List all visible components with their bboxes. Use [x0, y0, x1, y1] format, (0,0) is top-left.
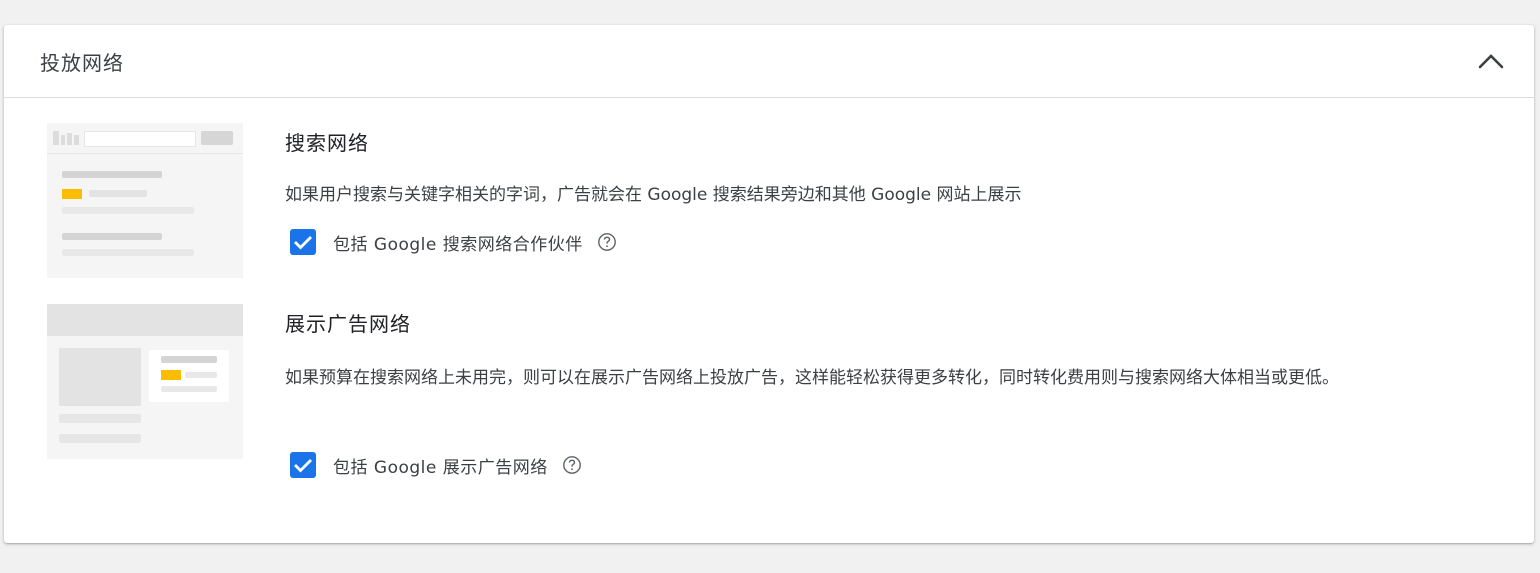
display-network-illustration — [47, 304, 243, 459]
search-network-description: 如果用户搜索与关键字相关的字词，广告就会在 Google 搜索结果旁边和其他 G… — [285, 185, 1022, 205]
panel-header[interactable]: 投放网络 — [4, 25, 1534, 98]
search-partners-option: 包括 Google 搜索网络合作伙伴 — [290, 229, 617, 255]
display-network-description: 如果预算在搜索网络上未用完，则可以在展示广告网络上投放广告，这样能轻松获得更多转… — [285, 368, 1339, 388]
help-circle-icon[interactable] — [562, 455, 582, 475]
networks-panel: 投放网络 搜索网络 如果用户搜索与关键字相关的字词，广告就会在 Google 搜… — [4, 25, 1534, 543]
display-network-title: 展示广告网络 — [285, 312, 411, 336]
display-network-checkbox[interactable] — [290, 452, 316, 478]
help-circle-icon[interactable] — [597, 232, 617, 252]
display-network-label[interactable]: 包括 Google 展示广告网络 — [333, 453, 548, 478]
panel-title: 投放网络 — [40, 50, 124, 75]
search-partners-checkbox[interactable] — [290, 229, 316, 255]
search-network-title: 搜索网络 — [285, 131, 369, 155]
search-network-illustration — [47, 123, 243, 278]
chevron-up-icon[interactable] — [1476, 46, 1506, 76]
search-partners-label[interactable]: 包括 Google 搜索网络合作伙伴 — [333, 230, 583, 255]
display-network-option: 包括 Google 展示广告网络 — [290, 452, 582, 478]
